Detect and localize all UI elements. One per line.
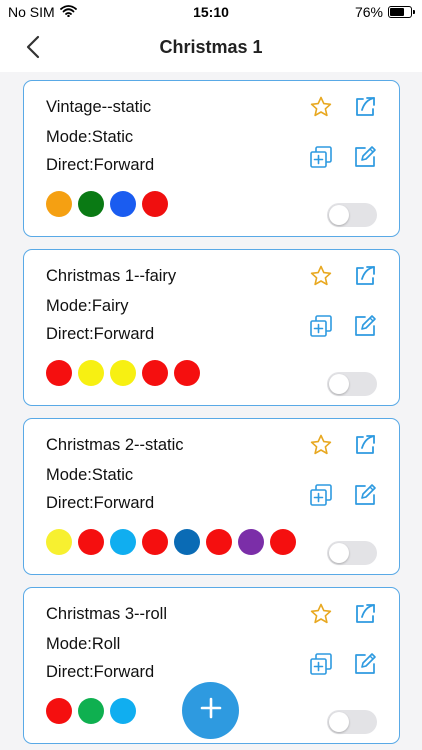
share-button[interactable] — [351, 95, 379, 123]
effect-name: Christmas 1--fairy — [46, 267, 177, 285]
color-swatch — [238, 529, 264, 555]
color-swatch — [270, 529, 296, 555]
copy-button[interactable] — [307, 483, 335, 511]
effect-direction: Direct:Forward — [46, 156, 155, 174]
toggle-knob — [329, 712, 349, 732]
effect-mode: Mode:Roll — [46, 635, 121, 653]
battery-icon — [388, 6, 415, 18]
copy-icon — [308, 482, 334, 513]
copy-button[interactable] — [307, 314, 335, 342]
toggle-knob — [329, 374, 349, 394]
color-swatch — [110, 191, 136, 217]
edit-icon — [352, 651, 378, 682]
plus-icon — [199, 696, 223, 725]
color-swatch — [206, 529, 232, 555]
star-icon — [309, 264, 333, 293]
effect-card[interactable]: Christmas 2--static Mode:Static Direct:F… — [23, 418, 400, 575]
share-icon — [352, 432, 378, 463]
star-icon — [309, 433, 333, 462]
share-icon — [352, 94, 378, 125]
effect-mode: Mode:Static — [46, 466, 134, 484]
share-button[interactable] — [351, 433, 379, 461]
color-swatch — [174, 360, 200, 386]
effect-name: Christmas 2--static — [46, 436, 184, 454]
edit-button[interactable] — [351, 145, 379, 173]
toggle-knob — [329, 543, 349, 563]
page-title: Christmas 1 — [159, 37, 263, 57]
edit-icon — [352, 313, 378, 344]
color-swatch — [46, 529, 72, 555]
status-bar: No SIM 15:10 76% — [0, 0, 422, 24]
effect-direction: Direct:Forward — [46, 325, 155, 343]
color-swatch — [78, 529, 104, 555]
color-swatches — [46, 698, 136, 724]
color-swatch — [46, 698, 72, 724]
edit-icon — [352, 144, 378, 175]
effect-mode: Mode:Fairy — [46, 297, 129, 315]
favorite-button[interactable] — [307, 602, 335, 630]
color-swatch — [142, 191, 168, 217]
color-swatch — [110, 698, 136, 724]
nav-bar: Christmas 1 — [0, 24, 422, 72]
favorite-button[interactable] — [307, 264, 335, 292]
copy-button[interactable] — [307, 652, 335, 680]
effect-name: Vintage--static — [46, 98, 152, 116]
copy-icon — [308, 144, 334, 175]
effect-mode: Mode:Static — [46, 128, 134, 146]
effect-list[interactable]: Vintage--static Mode:Static Direct:Forwa… — [0, 72, 422, 750]
effect-toggle[interactable] — [327, 710, 377, 734]
status-right: 76% — [354, 4, 415, 20]
star-icon — [309, 95, 333, 124]
color-swatch — [142, 360, 168, 386]
effect-toggle[interactable] — [327, 203, 377, 227]
color-swatch — [110, 529, 136, 555]
effect-toggle[interactable] — [327, 372, 377, 396]
favorite-button[interactable] — [307, 95, 335, 123]
share-icon — [352, 601, 378, 632]
edit-icon — [352, 482, 378, 513]
color-swatches — [46, 191, 168, 217]
effect-toggle[interactable] — [327, 541, 377, 565]
star-icon — [309, 602, 333, 631]
color-swatches — [46, 529, 296, 555]
share-button[interactable] — [351, 264, 379, 292]
color-swatch — [110, 360, 136, 386]
effect-name: Christmas 3--roll — [46, 605, 168, 623]
battery-level — [390, 8, 404, 16]
color-swatch — [142, 529, 168, 555]
color-swatch — [78, 698, 104, 724]
copy-button[interactable] — [307, 145, 335, 173]
effect-direction: Direct:Forward — [46, 663, 155, 681]
color-swatch — [174, 529, 200, 555]
share-icon — [352, 263, 378, 294]
color-swatch — [78, 360, 104, 386]
effect-card[interactable]: Vintage--static Mode:Static Direct:Forwa… — [23, 80, 400, 237]
copy-icon — [308, 651, 334, 682]
edit-button[interactable] — [351, 652, 379, 680]
copy-icon — [308, 313, 334, 344]
color-swatch — [78, 191, 104, 217]
favorite-button[interactable] — [307, 433, 335, 461]
toggle-knob — [329, 205, 349, 225]
share-button[interactable] — [351, 602, 379, 630]
color-swatches — [46, 360, 200, 386]
edit-button[interactable] — [351, 314, 379, 342]
effect-card[interactable]: Christmas 1--fairy Mode:Fairy Direct:For… — [23, 249, 400, 406]
battery-percent: 76% — [354, 4, 383, 20]
effect-direction: Direct:Forward — [46, 494, 155, 512]
color-swatch — [46, 360, 72, 386]
edit-button[interactable] — [351, 483, 379, 511]
add-effect-button[interactable] — [182, 682, 239, 739]
color-swatch — [46, 191, 72, 217]
